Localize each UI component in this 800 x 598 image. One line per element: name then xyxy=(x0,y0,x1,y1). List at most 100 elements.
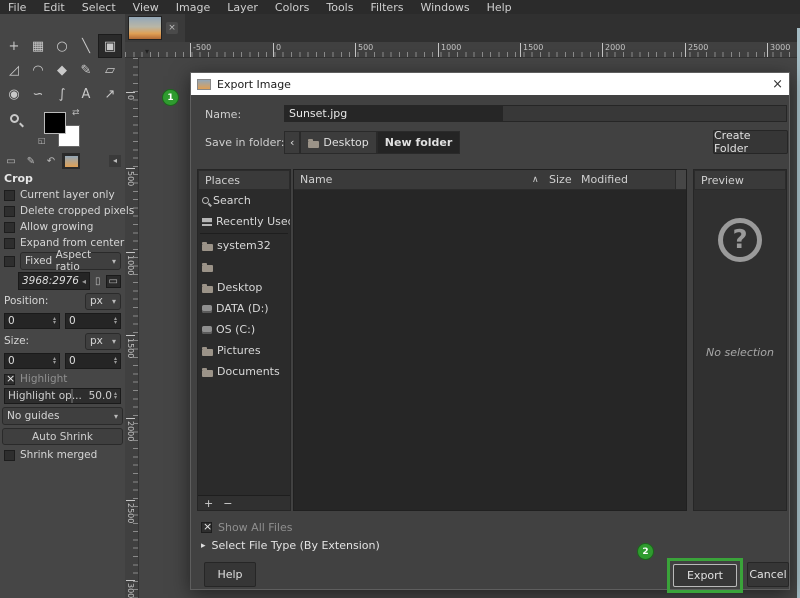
free-select-tool[interactable]: ○ xyxy=(50,34,74,58)
place-pictures[interactable]: Pictures xyxy=(198,340,290,361)
help-button[interactable]: Help xyxy=(204,562,256,587)
tab-undo-history[interactable]: ↶ xyxy=(42,153,60,169)
guides-dropdown[interactable]: No guides ▾ xyxy=(2,407,123,425)
place-system32[interactable]: system32 xyxy=(198,235,290,256)
spinner-icons[interactable]: ▴▾ xyxy=(53,317,56,325)
show-all-files-option[interactable]: Show All Files xyxy=(201,521,292,534)
file-type-expander[interactable]: ▸ Select File Type (By Extension) xyxy=(201,539,380,552)
checkbox[interactable] xyxy=(4,238,15,249)
option-delete-cropped-pixels[interactable]: Delete cropped pixels xyxy=(0,203,125,219)
auto-shrink-button[interactable]: Auto Shrink xyxy=(2,428,123,445)
search-icon xyxy=(202,197,209,204)
foreground-color-swatch[interactable] xyxy=(44,112,66,134)
size-y-field[interactable]: 0 ▴▾ xyxy=(65,353,121,369)
menu-filters[interactable]: Filters xyxy=(370,1,403,14)
place-unnamed-folder[interactable] xyxy=(198,256,290,277)
checkbox[interactable] xyxy=(4,222,15,233)
tab-close-icon[interactable]: × xyxy=(166,22,178,34)
fixed-checkbox[interactable] xyxy=(4,256,15,267)
position-y-field[interactable]: 0 ▴▾ xyxy=(65,313,121,329)
column-size[interactable]: Size xyxy=(549,173,572,186)
option-current-layer-only[interactable]: Current layer only xyxy=(0,187,125,203)
move-tool[interactable]: + xyxy=(2,34,26,58)
rectangle-select-tool[interactable]: ▦ xyxy=(26,34,50,58)
zoom-tool[interactable] xyxy=(2,106,26,130)
column-modified[interactable]: Modified xyxy=(581,173,628,186)
ratio-clear-icon[interactable]: ◂ xyxy=(82,277,86,286)
close-icon[interactable]: × xyxy=(772,77,783,92)
filename-input[interactable]: Sunset.jpg xyxy=(284,105,787,122)
color-picker-tool[interactable]: ↗ xyxy=(98,82,122,106)
place-os-drive[interactable]: OS (C:) xyxy=(198,319,290,340)
spinner-icons[interactable]: ▴▾ xyxy=(114,392,117,400)
checkbox[interactable] xyxy=(4,206,15,217)
size-x-field[interactable]: 0 ▴▾ xyxy=(4,353,60,369)
fixed-aspect-dropdown[interactable]: Fixed Aspect ratio ▾ xyxy=(20,252,121,270)
spinner-icons[interactable]: ▴▾ xyxy=(114,317,117,325)
default-colors-icon[interactable]: ◱ xyxy=(38,136,46,145)
fuzzy-select-tool[interactable]: ╲ xyxy=(74,34,98,58)
place-desktop[interactable]: Desktop xyxy=(198,277,290,298)
spinner-icons[interactable]: ▴▾ xyxy=(114,357,117,365)
column-name[interactable]: Name xyxy=(294,173,332,186)
portrait-icon[interactable]: ▯ xyxy=(95,276,101,287)
landscape-icon[interactable]: ▭ xyxy=(106,275,121,288)
swap-colors-icon[interactable]: ⇄ xyxy=(72,108,80,118)
places-header[interactable]: Places xyxy=(198,170,290,190)
checkbox[interactable] xyxy=(4,450,15,461)
create-folder-button[interactable]: Create Folder xyxy=(713,130,788,154)
text-tool[interactable]: A xyxy=(74,82,98,106)
menu-help[interactable]: Help xyxy=(487,1,512,14)
cancel-button[interactable]: Cancel xyxy=(747,562,789,587)
paintbrush-tool[interactable]: ✎ xyxy=(74,58,98,82)
tab-device-status[interactable]: ✎ xyxy=(22,153,40,169)
dock-menu-icon[interactable]: ◂ xyxy=(109,155,121,167)
breadcrumb-new-folder-button[interactable]: New folder xyxy=(377,131,461,154)
position-x-field[interactable]: 0 ▴▾ xyxy=(4,313,60,329)
menu-view[interactable]: View xyxy=(133,1,159,14)
transform-tool[interactable]: ◿ xyxy=(2,58,26,82)
highlight-checkbox[interactable] xyxy=(4,374,15,385)
highlight-opacity-slider[interactable]: Highlight op... 50.0 ▴▾ xyxy=(4,388,121,404)
warp-tool[interactable]: ◠ xyxy=(26,58,50,82)
crop-tool[interactable]: ▣ xyxy=(98,34,122,58)
bucket-fill-tool[interactable]: ◆ xyxy=(50,58,74,82)
export-button[interactable]: Export xyxy=(673,564,737,587)
option-highlight[interactable]: Highlight xyxy=(0,371,125,387)
breadcrumb-back-button[interactable]: ‹ xyxy=(284,131,300,154)
file-list[interactable]: Name ∧ Size Modified xyxy=(293,169,687,511)
option-shrink-merged[interactable]: Shrink merged xyxy=(0,447,125,463)
menu-edit[interactable]: Edit xyxy=(43,1,64,14)
size-unit-dropdown[interactable]: px ▾ xyxy=(85,333,121,350)
ruler-tick-label: 500 xyxy=(355,43,373,57)
add-place-button[interactable]: + xyxy=(204,497,213,510)
smudge-tool[interactable]: ∽ xyxy=(26,82,50,106)
menu-colors[interactable]: Colors xyxy=(275,1,309,14)
tab-image-thumbnail[interactable] xyxy=(62,153,80,169)
menu-image[interactable]: Image xyxy=(176,1,210,14)
menu-file[interactable]: File xyxy=(8,1,26,14)
place-data-drive[interactable]: DATA (D:) xyxy=(198,298,290,319)
tab-tool-options[interactable]: ▭ xyxy=(2,153,20,169)
menu-tools[interactable]: Tools xyxy=(326,1,353,14)
show-all-files-checkbox[interactable] xyxy=(201,522,212,533)
breadcrumb-desktop-button[interactable]: Desktop xyxy=(300,131,376,154)
paths-tool[interactable]: ∫ xyxy=(50,82,74,106)
place-recently-used[interactable]: Recently Used xyxy=(198,211,290,232)
remove-place-button[interactable]: − xyxy=(223,497,232,510)
menu-select[interactable]: Select xyxy=(82,1,116,14)
position-unit-dropdown[interactable]: px ▾ xyxy=(85,293,121,310)
option-allow-growing[interactable]: Allow growing xyxy=(0,219,125,235)
place-search[interactable]: Search xyxy=(198,190,290,211)
eraser-tool[interactable]: ▱ xyxy=(98,58,122,82)
place-documents[interactable]: Documents xyxy=(198,361,290,382)
menu-layer[interactable]: Layer xyxy=(227,1,258,14)
image-tab[interactable]: × xyxy=(125,14,185,42)
clone-tool[interactable]: ◉ xyxy=(2,82,26,106)
checkbox[interactable] xyxy=(4,190,15,201)
spinner-icons[interactable]: ▴▾ xyxy=(53,357,56,365)
position-label: Position: xyxy=(4,295,48,307)
dialog-title-bar[interactable]: Export Image × xyxy=(191,73,789,95)
aspect-ratio-field[interactable]: 3968:2976 ◂ xyxy=(18,272,90,290)
menu-windows[interactable]: Windows xyxy=(420,1,469,14)
